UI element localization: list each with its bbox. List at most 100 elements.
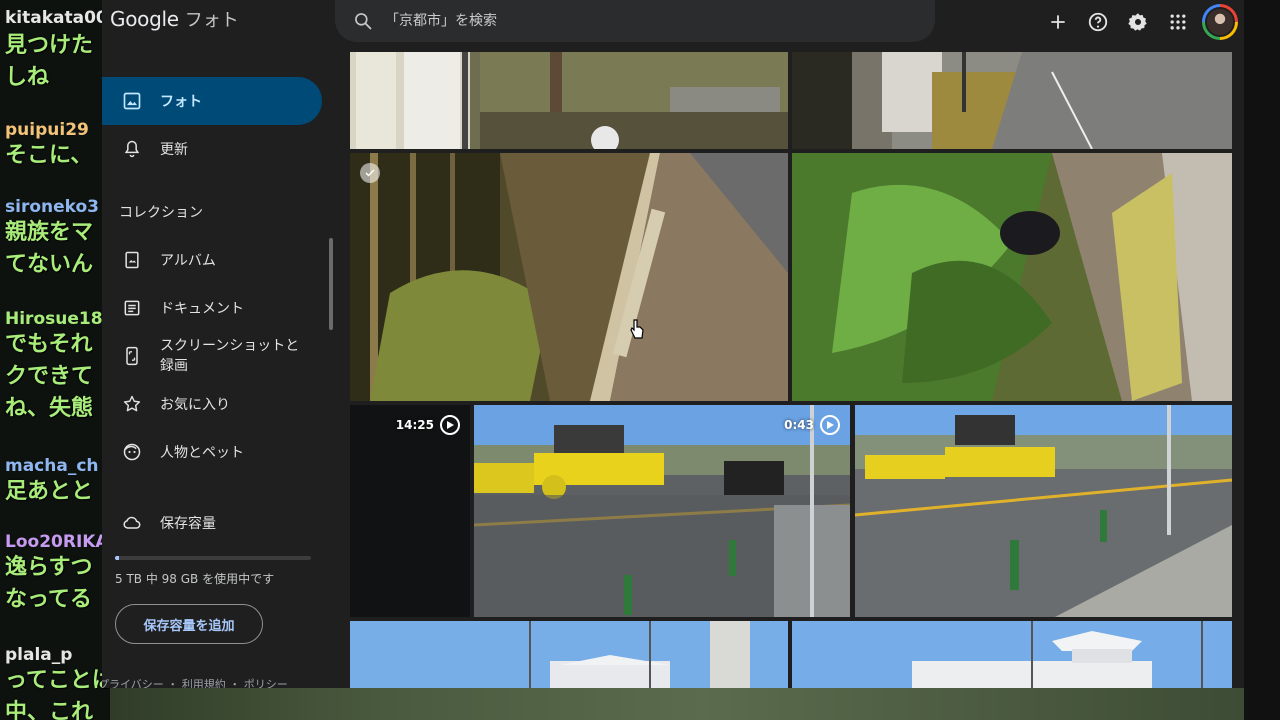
photo-image bbox=[350, 52, 788, 149]
photo-image bbox=[350, 153, 788, 401]
logo-google-text: Google bbox=[110, 7, 179, 31]
collections-heading: コレクション bbox=[119, 205, 203, 221]
photos-app-window: Google フォト 「京都市」を検索 フォト 更新 コレクション アルバム ド… bbox=[102, 0, 1244, 688]
sidebar: フォト 更新 コレクション アルバム ドキュメント スクリーンショットと録画 お… bbox=[102, 44, 334, 688]
photo-thumbnail[interactable] bbox=[792, 52, 1232, 149]
sidebar-item-label: フォト bbox=[160, 94, 202, 110]
photo-thumbnail[interactable] bbox=[792, 621, 1232, 688]
sidebar-scrollbar[interactable] bbox=[329, 238, 333, 330]
chat-message: puipui29 そこに、 bbox=[5, 120, 92, 172]
chat-username: kitakata00 bbox=[5, 8, 108, 28]
photo-grid: 14:25 0:43 bbox=[350, 52, 1232, 688]
photo-image bbox=[792, 621, 1232, 688]
select-checkbox-icon[interactable] bbox=[360, 163, 380, 183]
logo-photos-text: フォト bbox=[184, 10, 239, 31]
chat-text: 逸らすつ bbox=[5, 555, 93, 580]
storage-usage-text: 5 TB 中 98 GB を使用中です bbox=[115, 572, 275, 586]
chat-username: puipui29 bbox=[5, 120, 89, 140]
star-icon bbox=[120, 392, 144, 416]
search-input[interactable] bbox=[383, 12, 883, 30]
play-icon bbox=[440, 415, 460, 435]
chat-text: 足あとと bbox=[5, 479, 94, 504]
chat-text: てないん bbox=[5, 252, 94, 277]
video-duration: 14:25 bbox=[395, 418, 434, 432]
photo-image bbox=[792, 52, 1232, 149]
chat-username: Hirosue18 bbox=[5, 309, 103, 329]
sidebar-item-label: 保存容量 bbox=[160, 516, 216, 532]
sidebar-item-people-pets[interactable]: 人物とペット bbox=[102, 428, 322, 476]
video-image bbox=[474, 405, 850, 617]
top-actions bbox=[1038, 0, 1244, 44]
video-thumbnail[interactable]: 14:25 bbox=[350, 405, 470, 617]
photo-thumbnail[interactable] bbox=[350, 153, 788, 401]
sidebar-item-label: ドキュメント bbox=[160, 301, 244, 317]
chat-message: sironeko3 親族をマ てないん bbox=[5, 197, 99, 281]
photo-thumbnail[interactable] bbox=[350, 621, 788, 688]
album-icon bbox=[120, 248, 144, 272]
photo-image bbox=[350, 621, 788, 688]
settings-icon[interactable] bbox=[1118, 2, 1158, 42]
sidebar-item-label: 人物とペット bbox=[160, 445, 244, 461]
video-badge: 14:25 bbox=[396, 415, 460, 435]
face-icon bbox=[120, 440, 144, 464]
chat-text: 見つけた bbox=[5, 33, 94, 58]
video-duration: 0:43 bbox=[784, 418, 814, 432]
sidebar-item-label: お気に入り bbox=[160, 397, 230, 413]
video-thumbnail[interactable]: 0:43 bbox=[474, 405, 850, 617]
sidebar-item-documents[interactable]: ドキュメント bbox=[102, 284, 322, 332]
sidebar-item-label: スクリーンショットと録画 bbox=[160, 338, 300, 374]
chat-username: sironeko3 bbox=[5, 197, 99, 217]
avatar-image bbox=[1205, 7, 1235, 37]
mouse-cursor-hand-icon bbox=[630, 319, 644, 339]
help-icon[interactable] bbox=[1078, 2, 1118, 42]
sidebar-item-albums[interactable]: アルバム bbox=[102, 236, 322, 284]
play-icon bbox=[820, 415, 840, 435]
photo-thumbnail[interactable] bbox=[350, 52, 788, 149]
add-storage-button[interactable]: 保存容量を追加 bbox=[115, 604, 263, 644]
chat-text: でもそれ bbox=[5, 332, 93, 357]
photo-image bbox=[792, 153, 1232, 401]
chat-text: 親族をマ bbox=[5, 220, 94, 245]
storage-progress-fill bbox=[115, 556, 119, 560]
chat-text: なってる bbox=[5, 587, 92, 612]
plus-icon[interactable] bbox=[1038, 2, 1078, 42]
photo-thumbnail[interactable] bbox=[792, 153, 1232, 401]
sidebar-item-label: 更新 bbox=[160, 142, 188, 158]
chat-text: しね bbox=[5, 65, 50, 90]
app-logo[interactable]: Google フォト bbox=[110, 6, 239, 32]
chat-message: Hirosue18 でもそれ クできて ね、失態 bbox=[5, 309, 103, 425]
photo-image bbox=[855, 405, 1232, 617]
chat-overlay: kitakata00 見つけた しね puipui29 そこに、 sironek… bbox=[0, 0, 110, 720]
chat-username: Loo20RIKA bbox=[5, 532, 109, 552]
sidebar-item-storage[interactable]: 保存容量 bbox=[102, 499, 322, 547]
chat-text: そこに、 bbox=[5, 143, 93, 168]
photo-thumbnail[interactable] bbox=[855, 405, 1232, 617]
avatar[interactable] bbox=[1202, 4, 1238, 40]
chat-message: plala_p ってことは、 中、これ bbox=[5, 645, 110, 720]
document-icon bbox=[120, 296, 144, 320]
chat-username: plala_p bbox=[5, 645, 73, 665]
search-icon[interactable] bbox=[343, 0, 383, 42]
bell-icon bbox=[120, 137, 144, 161]
chat-text: ってことは、 bbox=[5, 668, 110, 693]
chat-message: Loo20RIKA 逸らすつ なってる bbox=[5, 532, 109, 616]
video-badge: 0:43 bbox=[784, 415, 840, 435]
photo-icon bbox=[120, 89, 144, 113]
sidebar-item-screenshots[interactable]: スクリーンショットと録画 bbox=[102, 331, 322, 381]
sidebar-item-updates[interactable]: 更新 bbox=[102, 125, 322, 173]
chat-message: macha_ch 足あとと bbox=[5, 456, 99, 508]
phone-icon bbox=[120, 344, 144, 368]
search-bar[interactable] bbox=[335, 0, 935, 42]
sidebar-item-label: アルバム bbox=[160, 253, 216, 269]
sidebar-item-favorites[interactable]: お気に入り bbox=[102, 380, 322, 428]
apps-grid-icon[interactable] bbox=[1158, 2, 1198, 42]
sidebar-item-photos[interactable]: フォト bbox=[102, 77, 322, 125]
footer-links[interactable]: プライバシー ・ 利用規約 ・ ポリシー bbox=[102, 676, 288, 688]
background-window-edge bbox=[1244, 0, 1280, 720]
chat-message: kitakata00 見つけた しね bbox=[5, 8, 108, 94]
storage-progress-bar bbox=[115, 556, 311, 560]
chat-text: クできて bbox=[5, 364, 94, 389]
chat-text: ね、失態 bbox=[5, 396, 94, 421]
cloud-icon bbox=[120, 511, 144, 535]
chat-username: macha_ch bbox=[5, 456, 99, 476]
